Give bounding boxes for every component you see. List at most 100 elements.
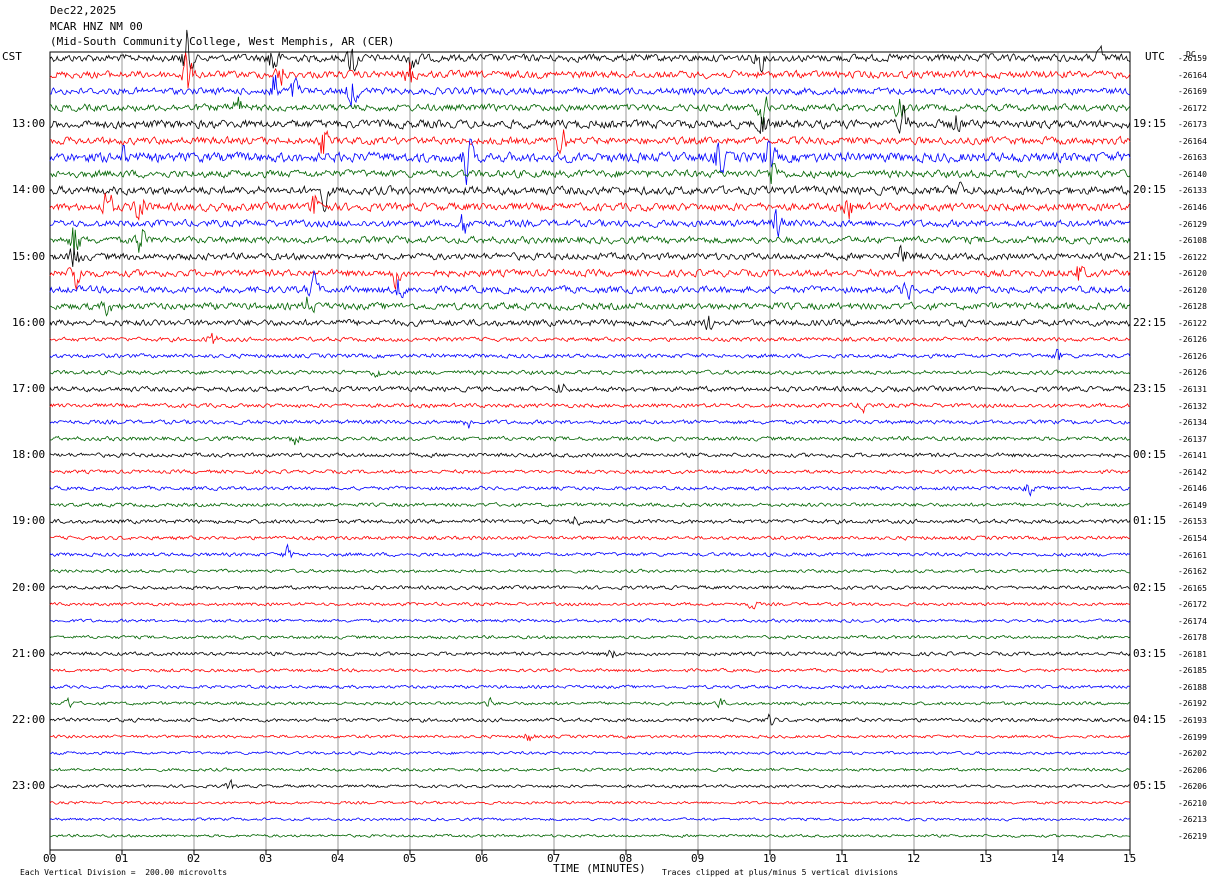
trace-row-20 — [49, 383, 1131, 393]
x-tick-label: 04 — [331, 852, 345, 865]
trace-row-34 — [49, 618, 1131, 623]
right-hour-label: 20:15 — [1133, 183, 1167, 197]
dc-offset-label: -26163 — [1178, 153, 1207, 163]
trace-row-1 — [49, 52, 1131, 89]
trace-row-47 — [49, 833, 1131, 838]
trace-row-42 — [49, 750, 1131, 756]
right-hour-label: 22:15 — [1133, 315, 1167, 329]
dc-offset-label: -26132 — [1178, 401, 1207, 411]
trace-row-27 — [49, 502, 1131, 508]
right-hour-label: 19:15 — [1133, 117, 1167, 131]
dc-offset-label: -26159 — [1178, 54, 1207, 63]
clip-note: Traces clipped at plus/minus 5 vertical … — [662, 868, 899, 877]
dc-offset-label: -26165 — [1178, 583, 1207, 593]
trace-row-33 — [49, 601, 1131, 610]
trace-row-36 — [49, 649, 1131, 659]
right-hour-label: 01:15 — [1133, 514, 1167, 528]
dc-offset-label: -26192 — [1178, 699, 1207, 709]
dc-offset-label: -26193 — [1178, 716, 1207, 725]
trace-row-37 — [49, 667, 1131, 673]
trace-row-6 — [49, 138, 1131, 186]
trace-row-23 — [49, 435, 1131, 446]
seismogram-chart — [49, 29, 1131, 855]
left-hour-label: 17:00 — [12, 382, 46, 395]
dc-offset-label: -26141 — [1178, 451, 1207, 461]
x-axis-title: TIME (MINUTES) — [553, 862, 646, 875]
right-hour-label: 23:15 — [1133, 382, 1167, 395]
x-tick-label: 12 — [907, 852, 921, 865]
trace-row-45 — [49, 800, 1131, 805]
trace-row-46 — [49, 817, 1131, 822]
dc-offset-label: -26188 — [1178, 682, 1207, 692]
dc-offset-label: -26178 — [1178, 633, 1207, 643]
trace-row-41 — [50, 733, 1131, 742]
right-hour-label: 02:15 — [1133, 580, 1167, 594]
x-tick-label: 15 — [1123, 852, 1137, 865]
trace-row-8 — [49, 181, 1131, 213]
trace-row-3 — [49, 96, 1131, 126]
trace-row-2 — [49, 74, 1131, 108]
dc-offset-label: -26173 — [1178, 120, 1207, 130]
trace-row-11 — [49, 227, 1131, 255]
left-hour-label: 15:00 — [12, 249, 46, 263]
trace-row-32 — [49, 584, 1131, 591]
dc-offset-label: -26146 — [1178, 484, 1207, 494]
trace-row-24 — [49, 452, 1131, 459]
header-location: (Mid-South Community College, West Memph… — [50, 35, 395, 48]
dc-offset-label: -26120 — [1178, 269, 1207, 279]
x-tick-label: 02 — [187, 852, 201, 865]
dc-offset-label: -26213 — [1178, 815, 1207, 825]
dc-offset-label: -26164 — [1178, 70, 1207, 80]
scale-note: Each Vertical Division = 200.00 microvol… — [20, 868, 228, 877]
x-tick-label: 11 — [835, 852, 849, 865]
right-hour-label: 03:15 — [1133, 646, 1167, 660]
trace-row-31 — [49, 568, 1131, 574]
dc-offset-label: -26164 — [1178, 136, 1207, 146]
dc-offset-label: -26149 — [1178, 500, 1207, 510]
right-hour-label: 05:15 — [1133, 779, 1167, 793]
left-hour-label: 14:00 — [12, 183, 46, 197]
right-hour-label: 00:15 — [1133, 448, 1167, 462]
trace-row-25 — [49, 468, 1131, 475]
dc-offset-label: -26202 — [1178, 749, 1207, 759]
dc-offset-label: -26137 — [1178, 434, 1207, 444]
left-hour-label: 13:00 — [12, 117, 46, 131]
dc-offset-label: -26122 — [1178, 252, 1207, 262]
dc-offset-label: -26131 — [1178, 385, 1207, 394]
trace-row-44 — [49, 778, 1131, 790]
x-tick-label: 09 — [691, 852, 705, 865]
trace-row-5 — [49, 129, 1131, 155]
trace-row-12 — [49, 244, 1131, 267]
trace-row-7 — [49, 163, 1131, 185]
left-hour-label: 18:00 — [12, 448, 46, 462]
dc-offset-label: -26126 — [1178, 351, 1207, 361]
left-timezone-label: CST — [2, 50, 22, 63]
dc-offset-label: -26206 — [1178, 782, 1207, 792]
trace-row-19 — [49, 369, 1131, 379]
trace-row-26 — [49, 484, 1130, 497]
header-station: MCAR HNZ NM 00 — [50, 20, 143, 33]
dc-offset-label: -26153 — [1178, 517, 1207, 527]
dc-offset-label: -26181 — [1178, 649, 1207, 659]
dc-offset-label: -26108 — [1178, 236, 1207, 246]
dc-offset-label: -26206 — [1178, 765, 1207, 775]
minute-gridlines — [121, 52, 1059, 850]
right-timezone-label: UTC — [1145, 50, 1165, 63]
trace-row-15 — [49, 296, 1131, 317]
trace-row-21 — [49, 402, 1131, 415]
dc-offset-label: -26129 — [1178, 219, 1207, 229]
dc-offset-label: -26210 — [1178, 798, 1207, 808]
trace-row-9 — [49, 192, 1131, 221]
trace-row-35 — [49, 634, 1131, 640]
x-tick-label: 06 — [475, 852, 489, 865]
trace-row-10 — [49, 209, 1131, 238]
x-tick-label: 01 — [115, 852, 129, 865]
header-date: Dec22,2025 — [50, 4, 117, 17]
trace-row-28 — [49, 515, 1131, 527]
dc-offset-label: -26172 — [1178, 103, 1207, 113]
trace-row-18 — [49, 348, 1131, 361]
x-tick-label: 14 — [1051, 852, 1065, 865]
dc-offset-label: -26199 — [1178, 732, 1207, 742]
dc-offset-label: -26161 — [1178, 550, 1207, 560]
x-tick-group — [49, 850, 1131, 855]
